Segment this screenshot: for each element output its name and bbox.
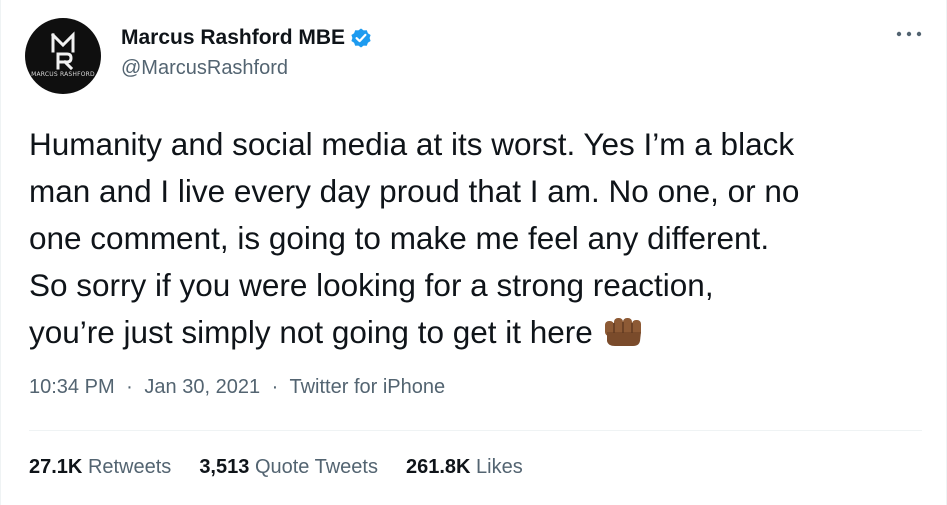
quote-tweets-label: Quote Tweets — [254, 456, 378, 478]
meta-separator: · — [271, 376, 279, 398]
likes-label: Likes — [476, 456, 523, 478]
user-handle[interactable]: @MarcusRashford — [121, 57, 288, 80]
tweet-text-line: one comment, is going to make me feel an… — [29, 220, 770, 256]
tweet-text-line: you’re just simply not going to get it h… — [29, 314, 593, 350]
tweet-time[interactable]: 10:34 PM — [29, 376, 115, 398]
quote-tweets-stat[interactable]: 3,513 Quote Tweets — [199, 456, 378, 479]
tweet-text-line: So sorry if you were looking for a stron… — [29, 267, 714, 303]
raised-fist-icon — [603, 313, 645, 346]
meta-separator: · — [126, 376, 133, 398]
tweet-text-line-last: you’re just simply not going to get it h… — [29, 309, 929, 356]
avatar-caption: MARCUS RASHFORD — [31, 71, 95, 78]
retweets-count: 27.1K — [29, 456, 83, 478]
likes-count: 261.8K — [405, 456, 471, 478]
retweets-stat[interactable]: 27.1K Retweets — [29, 456, 171, 479]
avatar-monogram-icon — [50, 31, 75, 71]
tweet-date[interactable]: Jan 30, 2021 — [144, 376, 260, 398]
divider — [29, 430, 922, 431]
tweet-text: Humanity and social media at its worst. … — [29, 121, 929, 356]
tweet-meta: 10:34 PM · Jan 30, 2021 · Twitter for iP… — [29, 376, 445, 399]
quote-tweets-count: 3,513 — [199, 456, 250, 478]
avatar[interactable]: MARCUS RASHFORD — [25, 18, 101, 94]
tweet-source[interactable]: Twitter for iPhone — [290, 376, 446, 398]
more-options-icon[interactable] — [892, 20, 926, 48]
display-name[interactable]: Marcus Rashford MBE — [121, 26, 345, 50]
tweet-stats: 27.1K Retweets 3,513 Quote Tweets 261.8K… — [29, 456, 523, 479]
tweet-card: MARCUS RASHFORD Marcus Rashford MBE @Mar… — [0, 0, 947, 505]
tweet-text-line: man and I live every day proud that I am… — [29, 173, 800, 209]
likes-stat[interactable]: 261.8K Likes — [406, 456, 523, 479]
retweets-label: Retweets — [87, 456, 172, 478]
tweet-text-line: Humanity and social media at its worst. … — [29, 126, 795, 162]
author-name-row: Marcus Rashford MBE — [121, 24, 373, 52]
verified-badge-icon — [349, 26, 373, 50]
